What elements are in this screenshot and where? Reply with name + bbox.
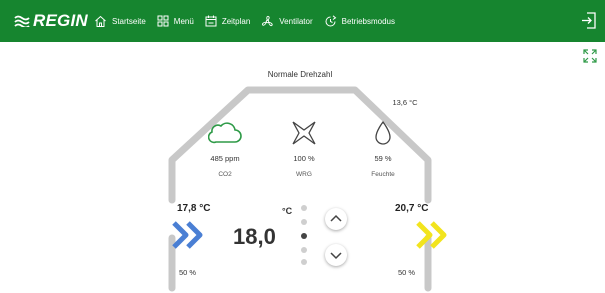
nav-label-betriebsmodus: Betriebsmodus: [341, 16, 395, 26]
operating-mode-icon: [325, 14, 336, 26]
nav-item-zeitplan[interactable]: Zeitplan: [205, 15, 250, 27]
wrg-label: WRG: [296, 171, 312, 178]
extract-fan-percent: 50 %: [398, 268, 416, 277]
humidity-drop-icon: [375, 120, 391, 145]
page-indicator: [300, 205, 308, 265]
humidity-sensor: [374, 120, 392, 151]
regin-logo[interactable]: REGIN: [14, 11, 88, 31]
chevron-right-double-icon: [172, 221, 203, 249]
page-dot[interactable]: [301, 247, 307, 253]
nav-item-betriebsmodus[interactable]: Betriebsmodus: [324, 14, 395, 28]
humidity-label: Feuchte: [371, 171, 395, 178]
co2-value: 485 ppm: [210, 154, 240, 163]
supply-air-arrow: [170, 220, 210, 255]
page-dot[interactable]: [301, 219, 307, 225]
supply-fan-percent: 50 %: [179, 268, 197, 277]
nav-item-ventilator[interactable]: Ventilator: [261, 15, 313, 28]
wrg-value: 100 %: [293, 154, 315, 163]
page-dot[interactable]: [301, 205, 307, 211]
operating-mode-label: Normale Drehzahl: [267, 70, 333, 79]
logout-icon: [582, 12, 596, 29]
humidity-value: 59 %: [374, 154, 392, 163]
nav-label-menu: Menü: [173, 16, 194, 26]
top-navigation-bar: REGIN Startseite Menü Zeitplan Ventilato…: [0, 0, 605, 42]
extract-air-temperature: 20,7 °C: [395, 203, 429, 214]
menu-grid-icon: [157, 15, 169, 27]
setpoint-increase-button[interactable]: [325, 208, 347, 230]
nav-item-startseite[interactable]: Startseite: [94, 15, 146, 28]
page-dot[interactable]: [301, 259, 307, 265]
wrg-sensor: [291, 120, 317, 151]
setpoint-decrease-button[interactable]: [325, 244, 347, 266]
cloud-icon: [207, 122, 242, 144]
chevron-down-icon: [330, 252, 342, 260]
chevron-up-icon: [330, 214, 342, 222]
nav-label-zeitplan: Zeitplan: [221, 16, 251, 26]
extract-air-arrow: [414, 220, 454, 255]
home-icon: [95, 15, 106, 27]
chevron-right-double-icon: [416, 221, 447, 249]
regin-waves-icon: [14, 15, 30, 27]
nav-item-menu[interactable]: Menü: [157, 15, 194, 27]
supply-air-temperature: 17,8 °C: [177, 203, 211, 214]
calendar-icon: [205, 15, 217, 27]
nav-label-ventilator: Ventilator: [279, 16, 313, 26]
brand-name: REGIN: [33, 11, 88, 30]
co2-label: CO2: [218, 171, 232, 178]
page-dot-active[interactable]: [301, 233, 307, 239]
fullscreen-button[interactable]: [583, 49, 597, 68]
setpoint-value: 18,0: [233, 224, 276, 249]
main-nav: Startseite Menü Zeitplan Ventilator Betr…: [94, 0, 406, 42]
outdoor-temperature: 13,6 °C: [392, 98, 418, 107]
nav-label-startseite: Startseite: [112, 16, 146, 26]
fan-icon: [262, 15, 273, 26]
heat-recovery-icon: [292, 121, 316, 145]
fullscreen-icon: [583, 49, 597, 63]
co2-sensor: [207, 120, 242, 149]
setpoint-unit: °C: [282, 206, 293, 216]
logout-button[interactable]: [581, 12, 597, 34]
